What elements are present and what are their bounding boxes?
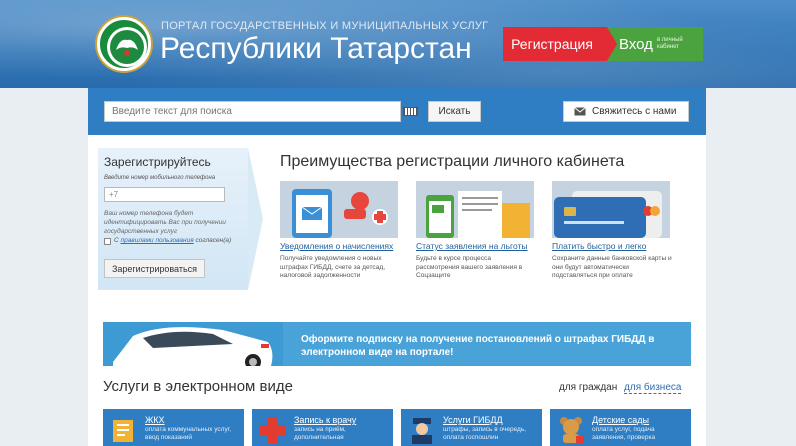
service-tile-traffic-police[interactable]: Услуги ГИБДД штрафы, запись в очередь, о…: [401, 409, 542, 446]
audience-switch: для граждан для бизнеса: [559, 382, 682, 394]
phone-input[interactable]: +7: [104, 187, 225, 202]
car-illustration: [103, 322, 283, 366]
envelope-icon: [574, 107, 586, 116]
service-tile-desc: штрафы, запись в очередь, оплата госпошл…: [443, 426, 527, 441]
application-status-text: Будьте в курсе процесса рассмотрения ваш…: [416, 255, 523, 280]
notifications-link[interactable]: Уведомления о начислениях: [280, 241, 393, 251]
police-officer-icon: [412, 418, 432, 444]
service-tile-title: Запись к врачу: [294, 415, 357, 425]
register-button[interactable]: Регистрация: [503, 27, 617, 61]
service-tile-title: Детские сады: [592, 415, 650, 425]
portal-title[interactable]: Республики Татарстан: [160, 32, 472, 66]
registration-title: Зарегистрируйтесь: [104, 155, 211, 169]
for-citizens-tab[interactable]: для граждан: [559, 382, 617, 393]
service-tile-kindergarten[interactable]: Детские сады оплата услуг, подача заявле…: [550, 409, 691, 446]
service-tile-housing[interactable]: ЖКХ оплата коммунальных услуг, ввод пока…: [103, 409, 244, 446]
login-sublabel: в личный кабинет: [656, 37, 683, 50]
register-label: Регистрация: [511, 36, 593, 52]
search-input[interactable]: [104, 101, 401, 122]
advantages-title: Преимущества регистрации личного кабинет…: [280, 153, 625, 170]
notifications-illustration: [280, 181, 398, 238]
notifications-text: Получайте уведомления о новых штрафах ГИ…: [280, 255, 386, 280]
auth-block: Регистрация Вход в личный кабинет: [503, 27, 703, 61]
bank-card-icon: [552, 181, 670, 238]
login-label: Вход: [619, 35, 653, 53]
application-status-link[interactable]: Статус заявления на льготы: [416, 241, 528, 251]
agree-checkbox[interactable]: [104, 238, 111, 245]
pay-easily-link[interactable]: Платить быстро и легко: [552, 241, 646, 251]
services-title: Услуги в электронном виде: [103, 378, 293, 395]
service-tile-desc: оплата коммунальных услуг, ввод показани…: [145, 426, 232, 441]
service-tile-title: ЖКХ: [145, 415, 165, 425]
emblem-icon: [107, 27, 147, 67]
for-business-tab[interactable]: для бизнеса: [624, 382, 682, 394]
service-tile-desc: оплата услуг, подача заявления, проверка: [592, 426, 656, 441]
agree-text: С правилами пользования согласен(а): [114, 237, 231, 244]
application-status-illustration: [416, 181, 534, 238]
payment-card-illustration: [552, 181, 670, 238]
teddy-bear-icon: [560, 417, 584, 443]
phone-notification-icon: [280, 181, 398, 238]
login-button[interactable]: Вход в личный кабинет: [607, 27, 703, 61]
rules-link[interactable]: правилами пользования: [121, 237, 194, 244]
pay-easily-text: Сохраните данные банковской карты и они …: [552, 255, 672, 280]
medical-cross-icon: [260, 417, 286, 443]
housing-bills-icon: [113, 420, 133, 442]
contact-label: Свяжитесь с нами: [592, 106, 677, 117]
agree-suffix: согласен(а): [193, 237, 232, 244]
tatarstan-emblem-logo[interactable]: [97, 17, 151, 71]
service-tile-desc: запись на приём, дополнительная: [294, 426, 346, 441]
phone-note: Ваш номер телефона будет идентифицироват…: [104, 210, 226, 235]
portal-subtitle: ПОРТАЛ ГОСУДАРСТВЕННЫХ И МУНИЦИПАЛЬНЫХ У…: [161, 20, 489, 32]
banner-text[interactable]: Оформите подписку на получение постановл…: [301, 333, 681, 359]
contact-button[interactable]: Свяжитесь с нами: [563, 101, 689, 122]
phone-hint: Введите номер мобильного телефона: [104, 175, 216, 181]
document-status-icon: [416, 181, 534, 238]
search-button[interactable]: Искать: [428, 101, 481, 122]
keyboard-icon[interactable]: [403, 107, 418, 116]
register-submit-button[interactable]: Зарегистрироваться: [104, 259, 205, 278]
service-tile-title: Услуги ГИБДД: [443, 415, 503, 425]
service-tile-doctor[interactable]: Запись к врачу запись на приём, дополнит…: [252, 409, 393, 446]
car-icon: [103, 322, 283, 366]
